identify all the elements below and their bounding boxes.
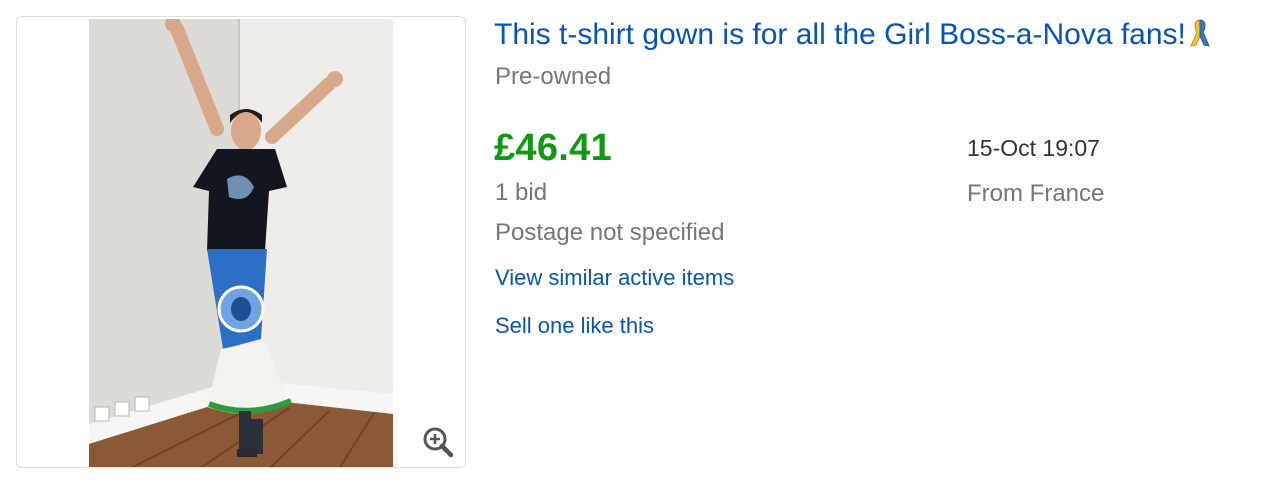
listing-card: This t-shirt gown is for all the Girl Bo…: [0, 0, 1274, 488]
bid-count: 1 bid: [495, 179, 548, 206]
view-similar-link[interactable]: View similar active items: [495, 265, 734, 291]
sell-one-like-this-link[interactable]: Sell one like this: [495, 313, 654, 339]
end-time: 15-Oct 19:07: [967, 135, 1100, 161]
item-location: From France: [967, 180, 1105, 207]
item-condition: Pre-owned: [495, 63, 612, 90]
item-price: £46.41: [494, 127, 613, 169]
listing-photo[interactable]: [89, 19, 393, 468]
postage-info: Postage not specified: [495, 219, 725, 246]
listing-title-text: This t-shirt gown is for all the Girl Bo…: [494, 18, 1186, 51]
listing-title-link[interactable]: This t-shirt gown is for all the Girl Bo…: [494, 16, 1264, 58]
awareness-ribbon-icon: [1188, 18, 1212, 58]
listing-image-frame[interactable]: [16, 16, 466, 468]
zoom-in-icon[interactable]: [421, 425, 455, 459]
